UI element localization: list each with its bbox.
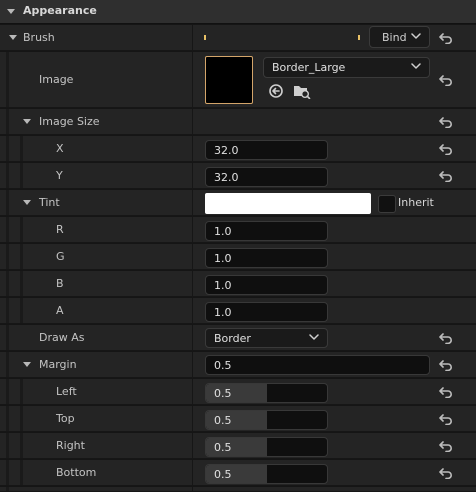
tint-a-field[interactable]: 1.0 bbox=[205, 302, 328, 322]
next-row-partial bbox=[0, 487, 476, 492]
a-label: A bbox=[56, 304, 64, 317]
r-value: 1.0 bbox=[214, 224, 232, 238]
b-value: 1.0 bbox=[214, 278, 232, 292]
bottom-value: 0.5 bbox=[214, 467, 232, 481]
reset-to-default-icon[interactable] bbox=[439, 170, 453, 182]
tint-expand-arrow-icon[interactable] bbox=[23, 200, 31, 205]
brush-marker-left bbox=[204, 35, 206, 40]
left-value: 0.5 bbox=[214, 386, 232, 400]
image-thumbnail[interactable] bbox=[205, 56, 253, 104]
reset-to-default-icon[interactable] bbox=[439, 467, 453, 479]
left-label: Left bbox=[56, 385, 77, 398]
use-selected-asset-icon[interactable] bbox=[268, 83, 284, 99]
reset-to-default-icon[interactable] bbox=[439, 143, 453, 155]
reset-to-default-icon[interactable] bbox=[439, 440, 453, 452]
b-label: B bbox=[56, 277, 64, 290]
reset-to-default-icon[interactable] bbox=[439, 74, 453, 86]
bind-dropdown-button[interactable]: Bind bbox=[369, 26, 430, 48]
margin-left-slider[interactable]: 0.5 bbox=[205, 383, 328, 403]
margin-expand-arrow-icon[interactable] bbox=[23, 362, 31, 367]
tint-color-swatch[interactable] bbox=[205, 193, 371, 214]
reset-to-default-icon[interactable] bbox=[439, 332, 453, 344]
inherit-label: Inherit bbox=[398, 196, 434, 209]
margin-right-slider[interactable]: 0.5 bbox=[205, 437, 328, 457]
draw-as-value: Border bbox=[214, 331, 251, 345]
reset-to-default-icon[interactable] bbox=[439, 359, 453, 371]
a-value: 1.0 bbox=[214, 305, 232, 319]
y-value: 32.0 bbox=[214, 170, 239, 184]
top-label: Top bbox=[56, 412, 75, 425]
draw-as-label: Draw As bbox=[39, 331, 85, 344]
image-size-expand-arrow-icon[interactable] bbox=[23, 119, 31, 124]
appearance-section-header[interactable]: Appearance bbox=[0, 0, 476, 24]
reset-to-default-icon[interactable] bbox=[439, 413, 453, 425]
tint-label: Tint bbox=[39, 196, 60, 209]
image-asset-picker[interactable]: Border_Large bbox=[263, 57, 430, 78]
image-size-row: Image Size bbox=[0, 109, 476, 135]
image-size-label: Image Size bbox=[39, 115, 100, 128]
image-asset-name: Border_Large bbox=[272, 61, 346, 74]
brush-row: Brush Bind bbox=[0, 25, 476, 51]
reset-to-default-icon[interactable] bbox=[439, 116, 453, 128]
margin-top-slider[interactable]: 0.5 bbox=[205, 410, 328, 430]
tint-r-field[interactable]: 1.0 bbox=[205, 221, 328, 241]
x-label: X bbox=[56, 142, 64, 155]
chevron-down-icon bbox=[309, 334, 319, 340]
margin-field[interactable]: 0.5 bbox=[205, 355, 430, 375]
top-value: 0.5 bbox=[214, 413, 232, 427]
collapse-arrow-icon[interactable] bbox=[7, 9, 15, 14]
image-label: Image bbox=[39, 73, 74, 86]
chevron-down-icon bbox=[411, 63, 421, 69]
right-value: 0.5 bbox=[214, 440, 232, 454]
section-title: Appearance bbox=[23, 4, 97, 17]
reset-to-default-icon[interactable] bbox=[439, 386, 453, 398]
x-value: 32.0 bbox=[214, 143, 239, 157]
bind-label: Bind bbox=[382, 30, 407, 44]
inherit-checkbox[interactable] bbox=[378, 195, 396, 213]
bottom-label: Bottom bbox=[56, 466, 97, 479]
chevron-down-icon bbox=[411, 33, 421, 39]
draw-as-dropdown[interactable]: Border bbox=[205, 328, 328, 348]
brush-marker-right bbox=[358, 35, 360, 40]
image-size-x-field[interactable]: 32.0 bbox=[205, 140, 328, 160]
g-value: 1.0 bbox=[214, 251, 232, 265]
brush-label: Brush bbox=[23, 31, 55, 44]
tint-g-field[interactable]: 1.0 bbox=[205, 248, 328, 268]
tint-b-field[interactable]: 1.0 bbox=[205, 275, 328, 295]
margin-value: 0.5 bbox=[214, 358, 232, 372]
margin-bottom-slider[interactable]: 0.5 bbox=[205, 464, 328, 484]
reset-to-default-icon[interactable] bbox=[439, 32, 453, 44]
g-label: G bbox=[56, 250, 65, 263]
browse-asset-icon[interactable] bbox=[293, 83, 311, 99]
y-label: Y bbox=[56, 169, 63, 182]
brush-expand-arrow-icon[interactable] bbox=[9, 35, 17, 40]
margin-label: Margin bbox=[39, 358, 77, 371]
right-label: Right bbox=[56, 439, 85, 452]
image-size-y-field[interactable]: 32.0 bbox=[205, 167, 328, 187]
r-label: R bbox=[56, 223, 64, 236]
